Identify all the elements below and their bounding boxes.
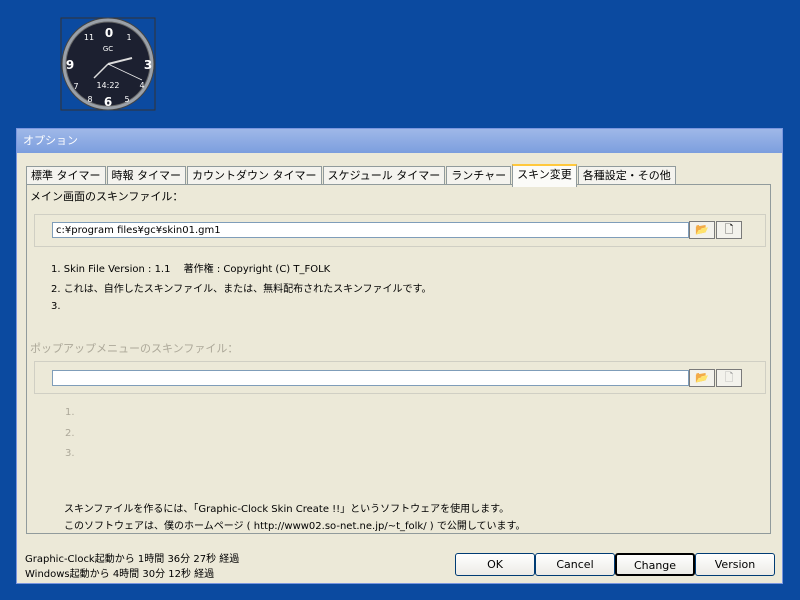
main-skin-label: メイン画面のスキンファイル： bbox=[30, 190, 184, 203]
clock-numeral: 1 bbox=[126, 33, 131, 42]
clock-digital-time: 14:22 bbox=[96, 81, 119, 90]
popup-skin-info-3: 3. bbox=[65, 448, 75, 459]
clock-brand-label: GC bbox=[103, 45, 113, 53]
skin-create-note-2: このソフトウェアは、僕のホームページ ( http://www02.so-net… bbox=[64, 521, 526, 532]
windows-uptime-status: Windows起動から 4時間 30分 12秒 経過 bbox=[25, 569, 215, 580]
change-button[interactable]: Change bbox=[615, 553, 695, 576]
popup-skin-new-button[interactable]: 🗋 bbox=[716, 369, 742, 387]
tab-standard-timer[interactable]: 標準 タイマー bbox=[26, 166, 106, 185]
clock-numeral: 6 bbox=[104, 95, 112, 109]
clock-numeral: 4 bbox=[139, 81, 144, 90]
window-title[interactable]: オプション bbox=[17, 129, 782, 153]
folder-open-icon: 📂 bbox=[695, 371, 709, 384]
tab-misc-settings[interactable]: 各種設定・その他 bbox=[577, 166, 676, 185]
clock-numeral: 0 bbox=[105, 26, 113, 40]
main-skin-path-field[interactable]: c:¥program files¥gc¥skin01.gm1 bbox=[52, 222, 689, 238]
popup-skin-info-2: 2. bbox=[65, 428, 75, 439]
popup-skin-group: 📂 🗋 bbox=[34, 361, 766, 394]
version-button[interactable]: Version bbox=[695, 553, 775, 576]
folder-open-icon: 📂 bbox=[695, 223, 709, 236]
main-skin-info-1: 1. Skin File Version : 1.1 著作権 : Copyrig… bbox=[51, 264, 331, 275]
skin-change-panel: メイン画面のスキンファイル： c:¥program files¥gc¥skin0… bbox=[26, 184, 771, 534]
options-window: オプション 標準 タイマー 時報 タイマー カウントダウン タイマー スケジュー… bbox=[16, 128, 783, 584]
tab-bar: 標準 タイマー 時報 タイマー カウントダウン タイマー スケジュール タイマー… bbox=[26, 164, 677, 187]
popup-skin-browse-button[interactable]: 📂 bbox=[689, 369, 715, 387]
clock-numeral: 8 bbox=[87, 95, 92, 104]
clock-numeral: 7 bbox=[73, 82, 78, 91]
cancel-button[interactable]: Cancel bbox=[535, 553, 615, 576]
app-uptime-status: Graphic-Clock起動から 1時間 36分 27秒 経過 bbox=[25, 554, 240, 565]
main-skin-browse-button[interactable]: 📂 bbox=[689, 221, 715, 239]
clock-numeral: 9 bbox=[66, 58, 74, 72]
popup-skin-label: ポップアップメニューのスキンファイル： bbox=[30, 342, 239, 355]
new-file-icon: 🗋 bbox=[724, 371, 734, 384]
clock-widget[interactable]: 0 11 1 9 3 7 5 6 8 4 GC 14:22 bbox=[58, 16, 158, 112]
tab-launcher[interactable]: ランチャー bbox=[446, 166, 512, 185]
tab-time-signal-timer[interactable]: 時報 タイマー bbox=[106, 166, 186, 185]
clock-numeral: 5 bbox=[124, 95, 129, 104]
clock-numeral: 3 bbox=[144, 58, 152, 72]
new-file-icon: 🗋 bbox=[724, 223, 734, 236]
tab-countdown-timer[interactable]: カウントダウン タイマー bbox=[187, 166, 322, 185]
popup-skin-info-1: 1. bbox=[65, 407, 75, 418]
main-skin-info-3: 3. bbox=[51, 301, 61, 312]
main-skin-group: c:¥program files¥gc¥skin01.gm1 📂 🗋 bbox=[34, 214, 766, 247]
clock-numeral: 11 bbox=[84, 33, 94, 42]
popup-skin-path-field[interactable] bbox=[52, 370, 689, 386]
tab-skin-change[interactable]: スキン変更 bbox=[512, 164, 577, 187]
main-skin-info-2: 2. これは、自作したスキンファイル、または、無料配布されたスキンファイルです。 bbox=[51, 284, 432, 295]
tab-schedule-timer[interactable]: スケジュール タイマー bbox=[322, 166, 446, 185]
ok-button[interactable]: OK bbox=[455, 553, 535, 576]
skin-create-note-1: スキンファイルを作るには、「Graphic-Clock Skin Create … bbox=[64, 504, 510, 515]
main-skin-new-button[interactable]: 🗋 bbox=[716, 221, 742, 239]
